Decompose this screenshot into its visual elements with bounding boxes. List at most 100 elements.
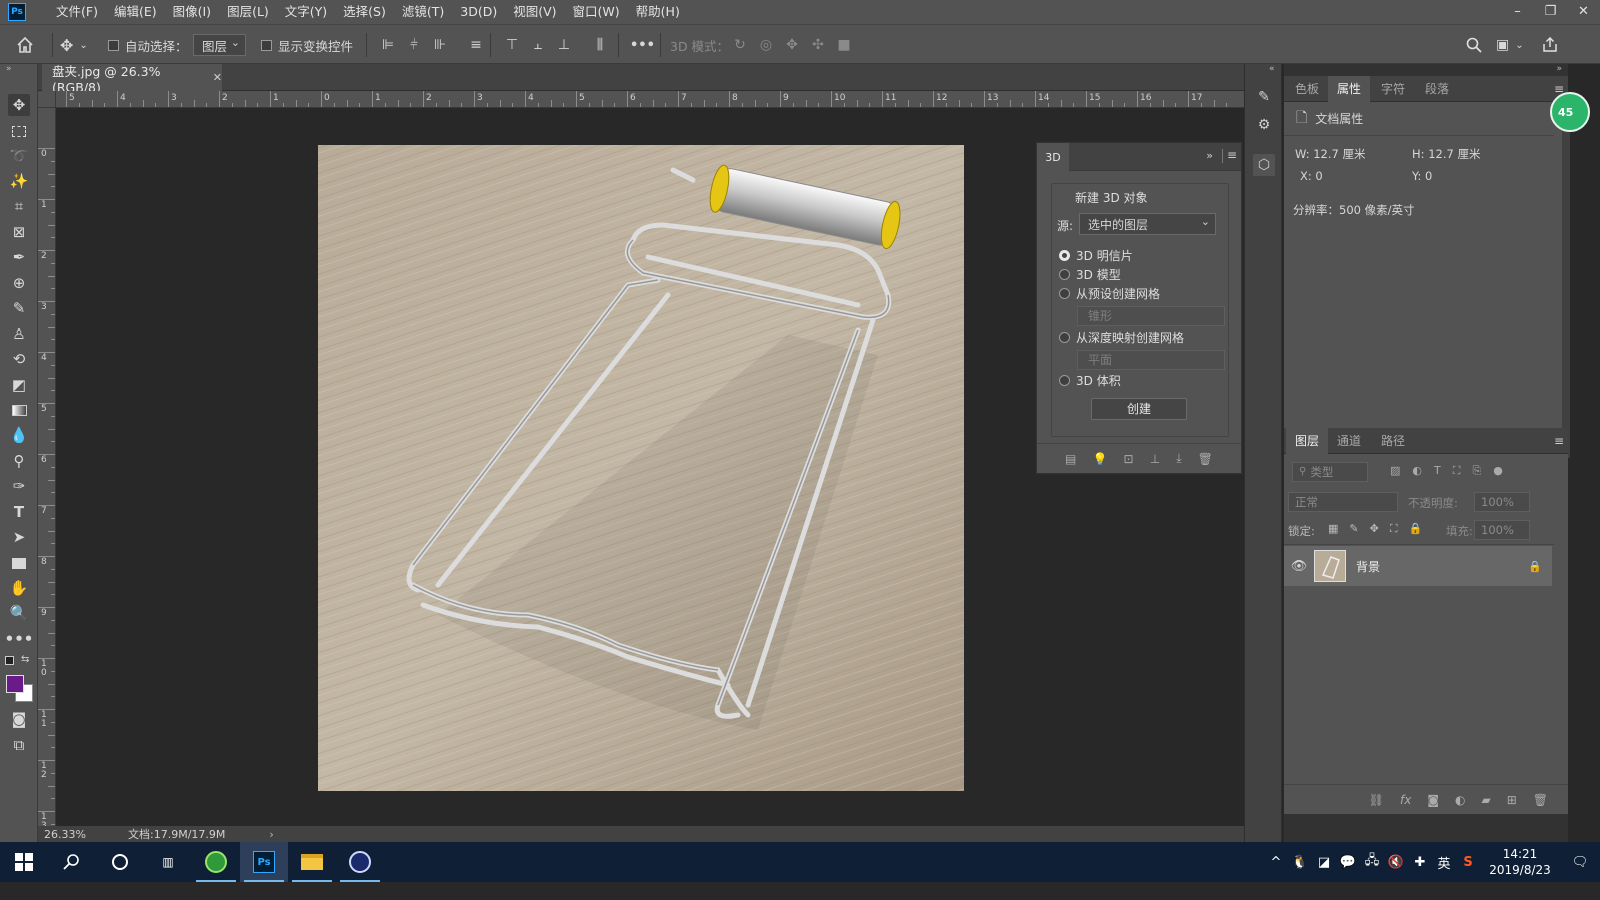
- swap-colors-icon[interactable]: ⇆: [21, 654, 29, 665]
- menu-filter[interactable]: 滤镜(T): [394, 0, 452, 24]
- lock-all-icon[interactable]: 🔒: [1409, 522, 1423, 536]
- magic-wand-tool-icon[interactable]: ✨: [8, 170, 30, 192]
- collapse-panel-icon[interactable]: »: [1206, 149, 1213, 162]
- width-value[interactable]: 12.7 厘米: [1313, 147, 1365, 161]
- clone-stamp-tool-icon[interactable]: ♙: [8, 323, 30, 345]
- filter-adjustment-icon[interactable]: ◐: [1412, 464, 1422, 478]
- filter-scene-icon[interactable]: ▤: [1065, 452, 1076, 466]
- align-vcenter-icon[interactable]: ⫠: [528, 35, 548, 55]
- restore-icon[interactable]: ❐: [1534, 0, 1567, 22]
- status-badge[interactable]: 45: [1550, 92, 1590, 132]
- 3d-roll-icon[interactable]: ◎: [756, 35, 776, 55]
- ime-indicator[interactable]: 英: [1432, 842, 1456, 882]
- menu-edit[interactable]: 编辑(E): [106, 0, 165, 24]
- tab-paragraph[interactable]: 段落: [1416, 76, 1458, 102]
- move-tool-preset-icon[interactable]: ✥ ⌄: [60, 25, 88, 65]
- delete-icon[interactable]: 🗑: [1198, 452, 1213, 466]
- menu-image[interactable]: 图像(I): [165, 0, 219, 24]
- option-preset-mesh[interactable]: 从预设创建网格: [1059, 285, 1160, 302]
- cinema4d-app-icon[interactable]: [336, 842, 384, 882]
- collapse-toolbox-icon[interactable]: »: [6, 64, 12, 74]
- light-icon[interactable]: 💡: [1092, 452, 1107, 466]
- menu-3d[interactable]: 3D(D): [452, 0, 505, 24]
- x-value[interactable]: 0: [1315, 169, 1322, 183]
- lock-position-icon[interactable]: ✥: [1370, 522, 1379, 536]
- option-3d-volume[interactable]: 3D 体积: [1059, 372, 1121, 389]
- create-button[interactable]: 创建: [1091, 398, 1187, 420]
- fx-icon[interactable]: fx: [1400, 793, 1411, 807]
- tab-layers[interactable]: 图层: [1286, 428, 1329, 454]
- frame-tool-icon[interactable]: ⊠: [8, 221, 30, 243]
- task-view-icon[interactable]: ▥: [144, 842, 192, 882]
- collapse-panels-icon[interactable]: »: [1556, 64, 1562, 74]
- pen-tool-icon[interactable]: ✑: [8, 475, 30, 497]
- layer-filter-dropdown[interactable]: ⚲ 类型: [1292, 462, 1368, 482]
- layer-lock-icon[interactable]: 🔒: [1528, 560, 1552, 573]
- visibility-eye-icon[interactable]: 👁: [1284, 559, 1314, 574]
- tab-paths[interactable]: 路径: [1372, 428, 1414, 454]
- add-light-icon[interactable]: ⤓: [1176, 451, 1181, 466]
- opacity-field[interactable]: 100%: [1474, 492, 1530, 512]
- taskbar-clock[interactable]: 14:21 2019/8/23: [1480, 846, 1560, 878]
- filter-smart-object-icon[interactable]: ⎘: [1472, 464, 1481, 478]
- menu-type[interactable]: 文字(Y): [277, 0, 335, 24]
- workspace-icon[interactable]: ▣ ⌄: [1496, 25, 1524, 65]
- path-selection-tool-icon[interactable]: ➤: [8, 526, 30, 548]
- layer-row-background[interactable]: 👁 背景 🔒: [1284, 546, 1552, 586]
- adjustment-layer-icon[interactable]: ◐: [1455, 793, 1465, 807]
- status-menu-arrow-icon[interactable]: ›: [269, 828, 273, 841]
- add-mask-icon[interactable]: ◙: [1427, 793, 1439, 807]
- 3d-slide-icon[interactable]: ✣: [808, 35, 828, 55]
- wechat-tray-icon[interactable]: 💬: [1336, 842, 1360, 882]
- option-depth-map-mesh[interactable]: 从深度映射创建网格: [1059, 329, 1184, 346]
- properties-scrollbar[interactable]: [1562, 106, 1570, 458]
- brush-tool-icon[interactable]: ✎: [8, 297, 30, 319]
- blur-tool-icon[interactable]: 💧: [8, 424, 30, 446]
- distribute-h-icon[interactable]: ≡: [466, 35, 486, 55]
- filter-type-icon[interactable]: T: [1434, 464, 1441, 478]
- menu-select[interactable]: 选择(S): [335, 0, 394, 24]
- move-tool-icon[interactable]: ✥: [8, 94, 30, 116]
- option-3d-postcard[interactable]: 3D 明信片: [1059, 247, 1133, 264]
- 3d-pan-icon[interactable]: ✥: [782, 35, 802, 55]
- close-tab-icon[interactable]: ✕: [213, 71, 222, 84]
- default-colors-icon[interactable]: [5, 656, 14, 665]
- layers-menu-icon[interactable]: ≡: [1554, 434, 1564, 448]
- share-icon[interactable]: [1542, 25, 1558, 65]
- show-hidden-icons-icon[interactable]: ^: [1264, 842, 1288, 882]
- option-3d-model[interactable]: 3D 模型: [1059, 266, 1121, 283]
- menu-window[interactable]: 窗口(W): [565, 0, 628, 24]
- show-transform-checkbox[interactable]: 显示变换控件: [261, 25, 353, 65]
- blend-mode-dropdown[interactable]: 正常: [1288, 492, 1398, 512]
- adjustments-icon[interactable]: ⚙: [1253, 114, 1275, 136]
- home-icon[interactable]: [16, 25, 34, 65]
- ruler-horizontal[interactable]: 5 4 3 2 1 0 1 2 3 4 5 6 7 8 9 10 11 12 13 14 15 16 17: [56, 91, 1244, 108]
- align-hcenter-icon[interactable]: ⫩: [404, 35, 424, 55]
- align-left-icon[interactable]: ⊫: [378, 35, 398, 55]
- security-tray-icon[interactable]: ✚: [1408, 842, 1432, 882]
- start-icon[interactable]: [0, 842, 48, 882]
- source-dropdown[interactable]: 选中的图层: [1079, 213, 1216, 235]
- marquee-tool-icon[interactable]: [8, 120, 30, 142]
- ruler-origin[interactable]: [38, 91, 56, 108]
- type-tool-icon[interactable]: T: [8, 501, 30, 523]
- 3d-camera-icon[interactable]: ■: [834, 35, 854, 55]
- align-right-icon[interactable]: ⊪: [430, 35, 450, 55]
- cortana-icon[interactable]: [96, 842, 144, 882]
- auto-select-checkbox[interactable]: 自动选择：: [108, 25, 188, 65]
- notification-center-icon[interactable]: 🗨: [1560, 842, 1600, 882]
- auto-select-target-dropdown[interactable]: 图层: [193, 34, 247, 56]
- healing-brush-tool-icon[interactable]: ⊕: [8, 272, 30, 294]
- gradient-tool-icon[interactable]: [8, 399, 30, 421]
- lock-transparent-icon[interactable]: ▦: [1328, 522, 1338, 536]
- zoom-tool-icon[interactable]: 🔍: [8, 602, 30, 624]
- menu-help[interactable]: 帮助(H): [628, 0, 688, 24]
- filter-shape-icon[interactable]: ⛶: [1453, 464, 1461, 478]
- hand-tool-icon[interactable]: ✋: [8, 577, 30, 599]
- search-icon[interactable]: [1466, 25, 1482, 65]
- dodge-tool-icon[interactable]: ⚲: [8, 450, 30, 472]
- history-brush-tool-icon[interactable]: ⟲: [8, 348, 30, 370]
- panel-menu-icon[interactable]: ≡: [1227, 148, 1237, 162]
- minimize-icon[interactable]: –: [1501, 0, 1534, 22]
- network-icon[interactable]: 🖧: [1360, 842, 1384, 882]
